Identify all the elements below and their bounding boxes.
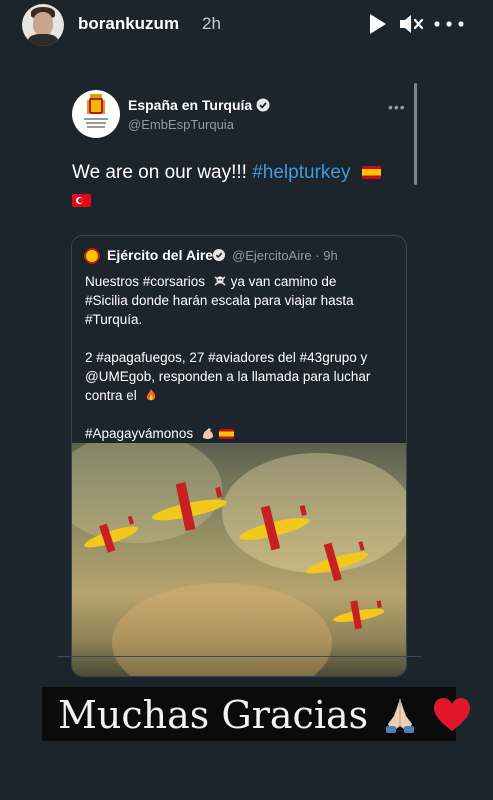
divider <box>57 656 421 657</box>
tweet-more-icon[interactable]: ••• <box>388 99 406 115</box>
quoted-tweet[interactable]: Ejército del Aire @EjercitoAire · 9h Nue… <box>71 235 407 677</box>
play-icon[interactable] <box>368 12 388 36</box>
banner-text: Muchas Gracias <box>58 693 369 737</box>
quote-author-handle[interactable]: @EjercitoAire · 9h <box>232 248 338 263</box>
more-options-icon[interactable] <box>432 12 466 36</box>
fire-icon <box>146 389 155 401</box>
quote-text: Nuestros #corsarios ya van camino de #Si… <box>85 274 371 441</box>
red-heart-icon <box>434 698 471 731</box>
scroll-indicator <box>414 83 417 185</box>
verified-badge-icon <box>213 249 225 261</box>
embassy-logo <box>72 90 120 138</box>
turkey-flag-icon <box>72 194 91 207</box>
aircraft-formation <box>84 482 385 630</box>
tweet-text: We are on our way!!! #helpturkey <box>72 159 392 215</box>
skull-crossbones-icon <box>214 276 226 286</box>
avatar[interactable] <box>22 4 64 46</box>
story-timestamp: 2h <box>202 14 221 33</box>
thanks-banner: Muchas Gracias <box>42 687 471 741</box>
tweet-hashtag[interactable]: #helpturkey <box>252 162 350 183</box>
mute-icon[interactable] <box>398 12 424 36</box>
verified-badge-icon <box>256 98 270 112</box>
spain-flag-icon <box>361 166 381 179</box>
story-header: borankuzum 2h <box>0 0 493 50</box>
praying-hands-icon <box>386 699 415 733</box>
spain-flag-icon <box>218 429 234 439</box>
tweet-author-handle[interactable]: @EmbEspTurquia <box>128 117 234 132</box>
quote-author-name[interactable]: Ejército del Aire <box>107 247 213 263</box>
flexed-biceps-icon <box>202 428 213 439</box>
story-username[interactable]: borankuzum <box>78 14 179 34</box>
planes-photo[interactable] <box>72 443 406 676</box>
tweet-author-name[interactable]: España en Turquía <box>128 97 270 113</box>
air-force-logo <box>84 248 100 264</box>
